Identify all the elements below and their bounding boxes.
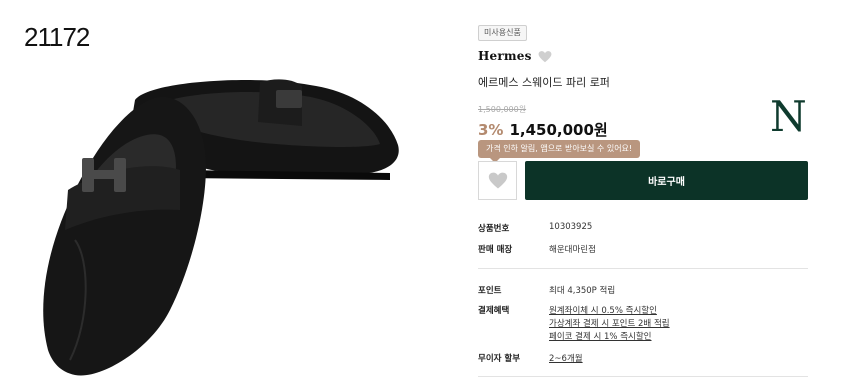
price-alert-tooltip: 가격 인하 알림, 앱으로 받아보실 수 있어요! [478, 140, 641, 163]
sale-price: 1,450,000원 [509, 121, 608, 139]
product-info: 미사용신품 Hermes 에르메스 스웨이드 파리 로퍼 1,500,000원 … [478, 0, 818, 385]
benefit-link[interactable]: 원계좌이체 시 0.5% 즉시할인 [549, 304, 657, 316]
product-photo: 21172 [0, 0, 430, 385]
installment-link[interactable]: 2~6개월 [549, 352, 583, 364]
spec-label: 포인트 [478, 286, 502, 296]
spec-value: 10303925 [549, 222, 593, 232]
spec-label: 결제혜택 [478, 306, 510, 316]
spec-label: 무이자 할부 [478, 354, 521, 364]
brand-name[interactable]: Hermes [478, 49, 532, 63]
spec-value: 해운대마린점 [549, 245, 596, 255]
price-row: 3% 1,450,000원 [478, 119, 608, 140]
discount-rate: 3% [478, 121, 504, 139]
divider [478, 376, 808, 377]
buy-now-button[interactable]: 바로구매 [525, 161, 808, 200]
wishlist-button[interactable] [478, 161, 517, 200]
heart-icon[interactable] [538, 49, 552, 63]
spec-label: 판매 매장 [478, 245, 513, 255]
loafer-shoe-image [43, 79, 399, 376]
product-code: 21172 [24, 22, 90, 52]
original-price: 1,500,000원 [478, 105, 527, 114]
benefit-link[interactable]: 페이코 결제 시 1% 즉시할인 [549, 330, 652, 342]
divider [478, 268, 808, 269]
store-logo: N [770, 92, 807, 141]
spec-value: 최대 4,350P 적립 [549, 286, 616, 296]
product-name: 에르메스 스웨이드 파리 로퍼 [478, 76, 610, 89]
heart-icon [488, 172, 507, 188]
spec-label: 상품번호 [478, 224, 510, 234]
benefit-link[interactable]: 가상계좌 결제 시 포인트 2배 적립 [549, 317, 670, 329]
brand-row: Hermes [478, 49, 552, 63]
condition-badge: 미사용신품 [478, 25, 527, 41]
